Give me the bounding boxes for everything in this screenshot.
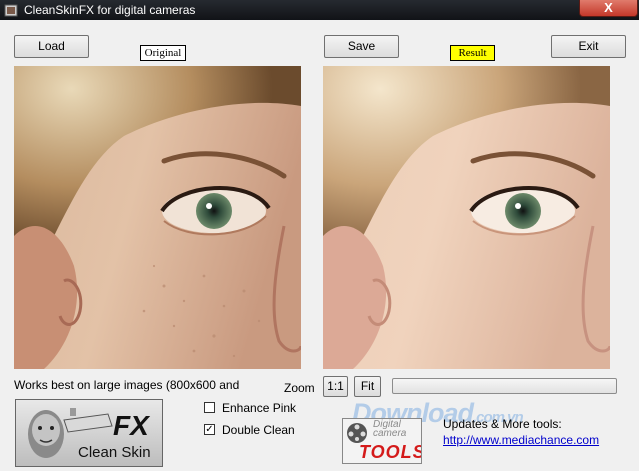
app-icon [3, 2, 19, 18]
hint-text: Works best on large images (800x600 and [14, 378, 240, 392]
mediachance-link[interactable]: http://www.mediachance.com [443, 433, 599, 447]
result-tag: Result [450, 45, 495, 61]
close-button[interactable]: X [579, 0, 638, 17]
original-tag: Original [140, 45, 186, 61]
cleanskin-logo: FX Clean Skin [15, 399, 163, 467]
save-button[interactable]: Save [324, 35, 399, 58]
double-clean-box[interactable]: ✓ [204, 424, 215, 435]
original-face-svg [14, 66, 301, 369]
load-button[interactable]: Load [14, 35, 89, 58]
double-clean-label: Double Clean [222, 423, 295, 437]
app-window: CleanSkinFX for digital cameras X Load O… [0, 0, 639, 471]
zoom-1to1-button[interactable]: 1:1 [323, 376, 348, 397]
digital-camera-tools-logo[interactable]: Digital camera TOOLS [342, 418, 422, 464]
exit-button[interactable]: Exit [551, 35, 626, 58]
progress-bar [392, 378, 617, 394]
zoom-fit-button[interactable]: Fit [354, 376, 381, 397]
updates-label: Updates & More tools: [443, 417, 562, 431]
dct-tools-text: TOOLS [359, 442, 422, 462]
result-image [323, 66, 610, 369]
enhance-pink-box[interactable] [204, 402, 215, 413]
window-title: CleanSkinFX for digital cameras [24, 3, 196, 17]
enhance-pink-label: Enhance Pink [222, 401, 297, 415]
zoom-label: Zoom [284, 381, 315, 395]
logo-fx-text: FX [113, 410, 149, 441]
original-image [14, 66, 301, 369]
result-face-svg [323, 66, 610, 369]
dct-line1: Digital camera [373, 419, 407, 439]
logo-cleanskin-text: Clean Skin [78, 444, 151, 461]
title-bar[interactable]: CleanSkinFX for digital cameras X [0, 0, 639, 20]
